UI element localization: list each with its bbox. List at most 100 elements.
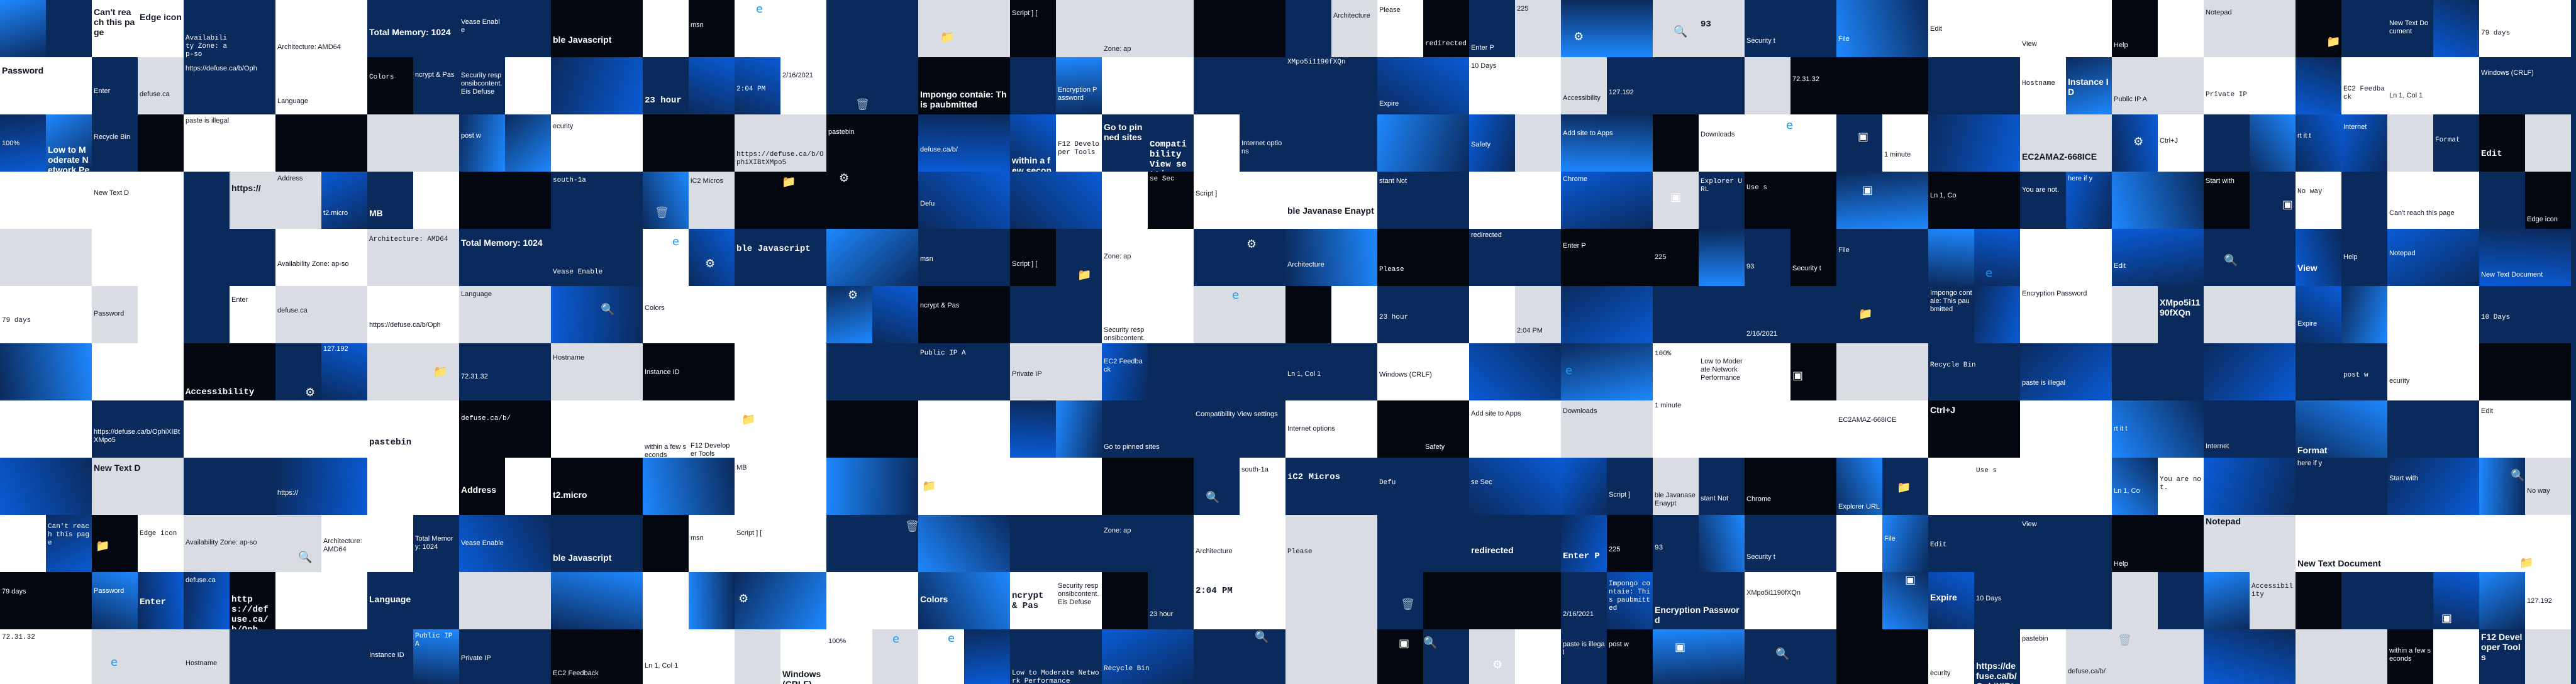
search-icon: 🔍 [298,551,313,564]
fragment-text: Impongo contaie: This paubmitted [1609,580,1651,612]
screenshot-fragment-tile: Ctrl+J [1928,400,2020,458]
fragment-text: Low to Moderate Network Performance [1701,358,1743,382]
screenshot-fragment-tile: View [2020,0,2112,57]
fragment-text: XMpo5i1190fXQn [1287,58,1346,66]
recycle-bin-icon: 🗑 [905,520,918,533]
screenshot-fragment-tile: Help [2112,515,2204,572]
recycle-bin-icon: 🗑 [1401,598,1415,611]
gear-icon: ⚙ [1492,658,1503,671]
screenshot-fragment-tile [2158,0,2204,57]
folder-icon: 📁 [2519,556,2534,570]
screenshot-fragment-tile: Safety [1423,400,1469,458]
fragment-text: pastebin [828,128,855,136]
screenshot-fragment-tile: Availability Zone: ap-so [275,229,367,286]
fragment-text: t2.micro [553,490,587,500]
screenshot-fragment-tile: defuse.ca [138,57,184,114]
screenshot-fragment-tile: https:// [275,458,367,515]
gear-icon: ⚙ [1574,30,1584,43]
fragment-text: Zone: ap [1104,527,1131,534]
screenshot-fragment-tile: 🔍 [1194,629,1285,684]
screenshot-fragment-tile: Enter [230,286,275,343]
fragment-text: Hostname [553,354,585,361]
screenshot-fragment-tile: 📁 [1836,286,1928,343]
fragment-text: Script ] [ [1012,9,1038,17]
fragment-text: 127.192 [1609,89,1634,96]
screenshot-fragment-tile [413,172,459,229]
screenshot-fragment-tile [1102,458,1194,515]
search-icon: 🔍 [1674,25,1688,38]
fragment-text: Accessibility [1563,94,1601,102]
screenshot-fragment-tile: Security responsibcontent. Eis Defuse [1056,572,1102,629]
screenshot-fragment-tile [1377,515,1469,572]
edge-icon: e [756,3,763,16]
fragment-text: Availability Zone: ap-so [186,35,228,57]
screenshot-fragment-tile: Script ] [1194,172,1285,229]
screenshot-fragment-tile: File [1836,0,1928,57]
fragment-text: Windows (CRLF) [1379,371,1432,378]
fragment-text: Vease Enable [461,539,504,547]
screenshot-fragment-tile: Instance ID [367,629,413,684]
fragment-text: 72.31.32 [2,634,35,641]
screenshot-fragment-tile [826,229,918,286]
screenshot-fragment-tile: 2/16/2021 [1745,286,1836,343]
screenshot-fragment-tile: 1 minute [1882,114,1928,172]
fragment-text: se Sec [1150,175,1175,183]
screenshot-fragment-tile: New Text D [92,458,184,515]
fragment-text: Zone: ap [1104,45,1131,53]
screenshot-fragment-tile [1469,172,1561,229]
screenshot-fragment-tile [2341,286,2387,343]
screenshot-fragment-tile: Enter P [1469,0,1515,57]
screenshot-fragment-tile: Hostname [551,343,643,400]
screenshot-fragment-tile: se Sec [1469,458,1561,515]
screenshot-fragment-tile [92,229,184,286]
fragment-text: Defu [1379,479,1396,487]
screenshot-fragment-tile: EC2 Feedback [1102,343,1148,400]
fragment-text: paste is illegal [1563,641,1605,656]
screenshot-fragment-tile [230,0,275,57]
screenshot-fragment-tile: defuse.ca [275,286,367,343]
fragment-text: defuse.ca [277,307,308,314]
fragment-text: ncrypt & Pas [1012,591,1049,611]
screenshot-fragment-tile: Total Memory: 1024 [413,515,459,572]
screenshot-fragment-tile: Please [1285,515,1377,572]
screenshot-fragment-tile [2479,172,2525,229]
screenshot-fragment-tile: ▣ [1836,172,1928,229]
fragment-text: XMpo5i1190fXQn [1746,589,1801,597]
screenshot-fragment-tile [2433,629,2479,684]
fragment-text: MB [369,208,383,218]
screenshot-fragment-tile [367,515,413,572]
edge-icon: e [892,632,900,646]
screenshot-fragment-tile [1699,229,1745,286]
screenshot-fragment-tile [2204,629,2296,684]
windows-icon: ▣ [2021,497,2033,510]
screenshot-fragment-tile: Chrome [1745,458,1836,515]
fragment-text: EC2 Feedback [553,670,599,677]
screenshot-fragment-tile [2433,0,2479,57]
screenshot-fragment-tile: Recycle Bin [92,114,138,172]
screenshot-fragment-tile [735,343,780,400]
screenshot-fragment-tile [643,515,689,572]
screenshot-fragment-tile: Can't reach this page [92,0,138,57]
screenshot-fragment-tile: Architecture: AMD64 [367,229,459,286]
fragment-text: Script ] [ [1012,260,1038,268]
fragment-text: Edit [2114,262,2126,270]
screenshot-fragment-tile: Please [1377,229,1469,286]
fragment-text: Security t [1746,553,1775,561]
fragment-text: Encryption Password [1058,86,1097,102]
fragment-text: Security t [1792,265,1821,272]
windows-icon: ▣ [1858,130,1869,143]
fragment-text: Impongo contaie: This paubmitted [920,89,1007,109]
screenshot-fragment-tile: 🗑 [826,57,918,114]
screenshot-fragment-tile: 127.192 [1607,57,1653,114]
screenshot-fragment-tile [643,114,735,172]
fragment-text: Chrome [1746,495,1772,503]
fragment-text: Accessibility [186,387,255,397]
gear-icon: ⚙ [738,592,749,605]
screenshot-fragment-tile: View [2296,229,2341,286]
screenshot-fragment-tile [1423,572,1469,629]
screenshot-fragment-tile: t2.micro [321,172,367,229]
screenshot-fragment-tile [0,229,92,286]
fragment-text: Instance ID [2068,77,2109,97]
fragment-text: 2/16/2021 [782,72,813,79]
screenshot-fragment-tile [2112,343,2204,400]
